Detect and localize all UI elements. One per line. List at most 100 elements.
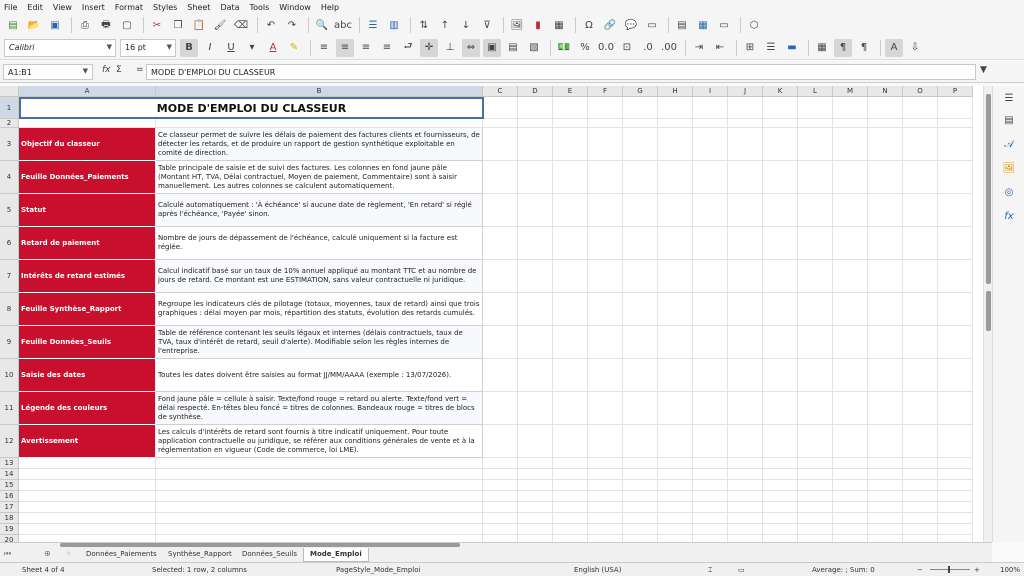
border-style-icon[interactable]: ☰ [762, 39, 780, 57]
row-header[interactable]: 8 [0, 293, 19, 326]
row-description-cell[interactable]: Toutes les dates doivent être saisies au… [156, 359, 483, 392]
expand-formula-bar-icon[interactable]: ▼ [980, 65, 987, 75]
table-cell[interactable] [518, 128, 553, 161]
table-cell[interactable] [833, 97, 868, 119]
table-cell[interactable] [763, 260, 798, 293]
table-cell[interactable] [693, 260, 728, 293]
table-cell[interactable] [833, 524, 868, 535]
table-cell[interactable] [483, 326, 518, 359]
table-cell[interactable] [903, 161, 938, 194]
table-cell[interactable] [868, 359, 903, 392]
row-header[interactable]: 17 [0, 502, 19, 513]
properties-icon[interactable]: ▤ [1001, 112, 1017, 128]
row-header[interactable]: 5 [0, 194, 19, 227]
borders-icon[interactable]: ⊞ [741, 39, 759, 57]
table-cell[interactable] [19, 491, 156, 502]
row-header[interactable]: 9 [0, 326, 19, 359]
table-cell[interactable] [483, 97, 518, 119]
column-header[interactable]: D [518, 86, 553, 97]
merge-cells-icon[interactable]: ⇔ [462, 38, 480, 57]
row-icon[interactable]: ☰ [364, 16, 382, 34]
table-cell[interactable] [903, 392, 938, 425]
table-cell[interactable] [798, 513, 833, 524]
table-cell[interactable] [938, 524, 973, 535]
table-cell[interactable] [156, 458, 483, 469]
table-cell[interactable] [658, 535, 693, 542]
table-cell[interactable] [518, 359, 553, 392]
table-cell[interactable] [518, 97, 553, 119]
table-cell[interactable] [553, 480, 588, 491]
table-cell[interactable] [798, 293, 833, 326]
image-icon[interactable]: 🖼 [508, 16, 526, 34]
table-cell[interactable] [518, 227, 553, 260]
table-cell[interactable] [763, 524, 798, 535]
table-cell[interactable] [693, 469, 728, 480]
table-cell[interactable] [483, 161, 518, 194]
table-cell[interactable] [763, 535, 798, 542]
table-cell[interactable] [156, 119, 483, 128]
table-cell[interactable] [938, 425, 973, 458]
table-cell[interactable] [938, 502, 973, 513]
table-cell[interactable] [19, 502, 156, 513]
table-cell[interactable] [798, 97, 833, 119]
menu-item[interactable]: Window [279, 3, 311, 12]
table-cell[interactable] [623, 524, 658, 535]
row-header[interactable]: 15 [0, 480, 19, 491]
add-decimal-icon[interactable]: .0 [639, 39, 657, 57]
table-cell[interactable] [763, 128, 798, 161]
table-cell[interactable] [868, 97, 903, 119]
table-cell[interactable] [623, 227, 658, 260]
table-cell[interactable] [518, 119, 553, 128]
table-cell[interactable] [903, 260, 938, 293]
decrease-indent-icon[interactable]: ⇤ [711, 39, 729, 57]
table-cell[interactable] [553, 260, 588, 293]
table-cell[interactable] [903, 227, 938, 260]
table-cell[interactable] [763, 293, 798, 326]
select-all-corner[interactable] [0, 86, 19, 97]
row-header[interactable]: 16 [0, 491, 19, 502]
table-cell[interactable] [518, 513, 553, 524]
row-header[interactable]: 20 [0, 535, 19, 542]
table-cell[interactable] [903, 97, 938, 119]
table-cell[interactable] [19, 469, 156, 480]
strikethrough-icon[interactable]: ▾ [243, 39, 261, 57]
table-cell[interactable] [588, 161, 623, 194]
table-cell[interactable] [833, 194, 868, 227]
add-sheet-icon[interactable]: ⊕ [44, 549, 51, 558]
conditional-format-icon[interactable]: ▦ [813, 39, 831, 57]
menu-item[interactable]: Help [321, 3, 339, 12]
table-cell[interactable] [553, 469, 588, 480]
merge-center-icon[interactable]: ▣ [483, 38, 501, 57]
table-cell[interactable] [938, 293, 973, 326]
table-cell[interactable] [518, 293, 553, 326]
table-cell[interactable] [868, 260, 903, 293]
table-cell[interactable] [19, 535, 156, 542]
copy-icon[interactable]: ❐ [169, 16, 187, 34]
table-cell[interactable] [728, 502, 763, 513]
table-cell[interactable] [588, 359, 623, 392]
horizontal-scrollbar-thumb[interactable] [60, 543, 460, 547]
table-cell[interactable] [693, 293, 728, 326]
table-cell[interactable] [728, 227, 763, 260]
paste-icon[interactable]: 📋 [190, 16, 208, 34]
table-cell[interactable] [553, 524, 588, 535]
table-cell[interactable] [903, 469, 938, 480]
table-cell[interactable] [588, 502, 623, 513]
table-cell[interactable] [938, 260, 973, 293]
scrollbar-thumb[interactable] [986, 291, 991, 331]
table-cell[interactable] [763, 97, 798, 119]
row-header[interactable]: 13 [0, 458, 19, 469]
cut-icon[interactable]: ✂ [148, 16, 166, 34]
table-cell[interactable] [19, 480, 156, 491]
table-cell[interactable] [903, 458, 938, 469]
table-cell[interactable] [833, 458, 868, 469]
table-cell[interactable] [693, 97, 728, 119]
table-cell[interactable] [553, 161, 588, 194]
column-header[interactable]: G [623, 86, 658, 97]
table-cell[interactable] [658, 97, 693, 119]
table-cell[interactable] [588, 293, 623, 326]
navigator-icon[interactable]: ◎ [1001, 184, 1017, 200]
table-cell[interactable] [588, 524, 623, 535]
table-cell[interactable] [156, 535, 483, 542]
chart-icon[interactable]: ▮ [529, 16, 547, 34]
